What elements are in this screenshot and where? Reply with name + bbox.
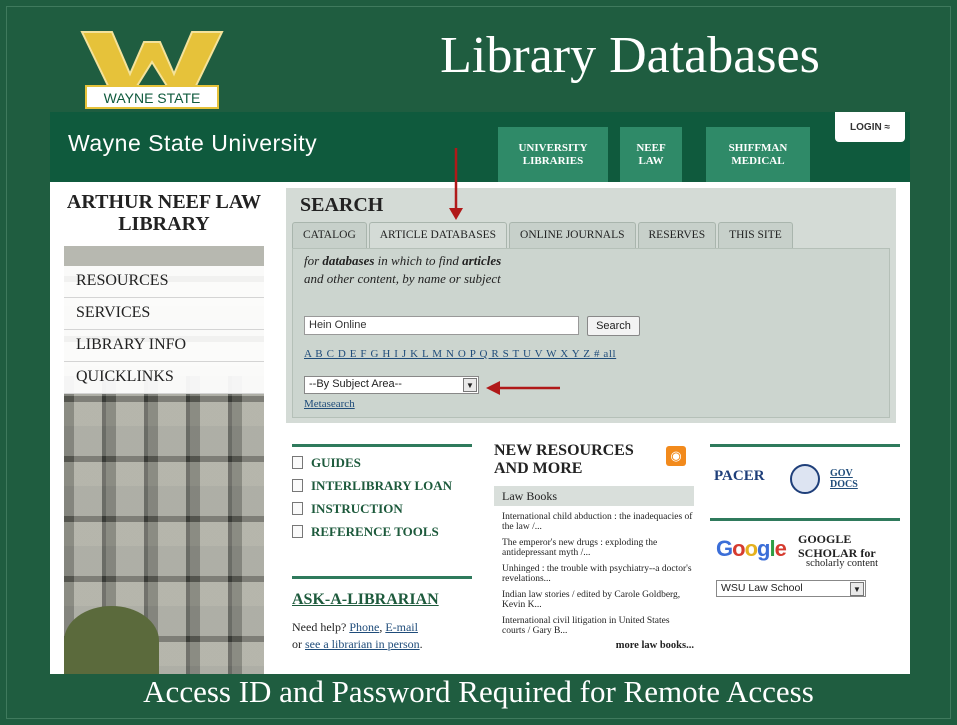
- logo-text: WAYNE STATE: [104, 90, 201, 106]
- divider: [710, 518, 900, 521]
- more-law-books-link[interactable]: more law books...: [494, 640, 694, 651]
- guide-item-reference-tools[interactable]: REFERENCE TOOLS: [292, 524, 472, 539]
- book-link[interactable]: International civil litigation in United…: [494, 616, 694, 636]
- sidebar-item-quicklinks[interactable]: QUICKLINKS: [64, 362, 264, 394]
- tab-reserves[interactable]: RESERVES: [637, 222, 717, 248]
- nav-tab-university-libraries[interactable]: UNIVERSITY LIBRARIES: [498, 127, 608, 182]
- slide-footer: Access ID and Password Required for Remo…: [143, 674, 814, 709]
- subject-select-value: --By Subject Area--: [309, 378, 402, 390]
- sidebar-item-services[interactable]: SERVICES: [64, 298, 264, 330]
- nav-tab-label: SHIFFMAN MEDICAL: [728, 142, 788, 167]
- divider: [710, 444, 900, 447]
- search-input[interactable]: Hein Online: [304, 316, 579, 335]
- ask-a-librarian: ASK-A-LIBRARIAN Need help? Phone, E-mail…: [292, 576, 472, 653]
- phone-link[interactable]: Phone: [349, 620, 379, 634]
- desc-text: for: [304, 253, 323, 268]
- book-link[interactable]: International child abduction : the inad…: [494, 512, 694, 532]
- guide-item-guides[interactable]: GUIDES: [292, 455, 472, 470]
- alphabet-browse-links[interactable]: A B C D E F G H I J K L M N O P Q R S T …: [304, 348, 616, 360]
- guide-item-instruction[interactable]: INSTRUCTION: [292, 501, 472, 516]
- document-icon: [292, 525, 303, 538]
- email-link[interactable]: E-mail: [385, 620, 418, 634]
- sidebar-item-library-info[interactable]: LIBRARY INFO: [64, 330, 264, 362]
- guides-list: GUIDES INTERLIBRARY LOAN INSTRUCTION REF…: [292, 444, 472, 539]
- google-letter: o: [732, 536, 745, 561]
- pacer-logo[interactable]: PACER: [714, 468, 770, 498]
- tab-article-databases[interactable]: ARTICLE DATABASES: [368, 222, 508, 248]
- search-heading: SEARCH: [300, 194, 384, 216]
- ask-help-text: Need help? Phone, E-mail or see a librar…: [292, 619, 472, 653]
- library-name: ARTHUR NEEF LAW LIBRARY: [64, 186, 264, 242]
- document-icon: [292, 502, 303, 515]
- tab-catalog[interactable]: CATALOG: [292, 222, 367, 248]
- law-school-select-value: WSU Law School: [721, 582, 803, 594]
- guide-item-interlibrary-loan[interactable]: INTERLIBRARY LOAN: [292, 478, 472, 493]
- new-resources: NEW RESOURCES AND MORE ◉ Law Books Inter…: [494, 442, 694, 651]
- ask-text: or: [292, 637, 305, 651]
- divider: [292, 576, 472, 579]
- ask-librarian-link[interactable]: ASK-A-LIBRARIAN: [292, 591, 472, 609]
- tab-this-site[interactable]: THIS SITE: [718, 222, 793, 248]
- guide-label: GUIDES: [311, 455, 361, 470]
- metasearch-link[interactable]: Metasearch: [304, 398, 355, 410]
- site-header: Wayne State University UNIVERSITY LIBRAR…: [50, 112, 910, 182]
- desc-bold-databases: databases: [322, 253, 375, 268]
- university-name[interactable]: Wayne State University: [68, 130, 317, 157]
- sidebar-menu: RESOURCES SERVICES LIBRARY INFO QUICKLIN…: [64, 266, 264, 394]
- google-scholar-logo[interactable]: Google: [716, 536, 787, 562]
- subject-area-select[interactable]: --By Subject Area-- ▼: [304, 376, 479, 394]
- document-icon: [292, 479, 303, 492]
- slide: WAYNE STATE Library Databases Wayne Stat…: [0, 0, 957, 725]
- nav-tab-label: NEEF LAW: [636, 142, 666, 167]
- ask-text: .: [419, 637, 423, 651]
- gov-docs-link[interactable]: GOV DOCS: [830, 468, 870, 490]
- book-link[interactable]: Unhinged : the trouble with psychiatry--…: [494, 564, 694, 584]
- chevron-down-icon[interactable]: ▼: [463, 378, 477, 392]
- chevron-down-icon[interactable]: ▼: [850, 582, 864, 596]
- in-person-link[interactable]: see a librarian in person: [305, 637, 420, 651]
- nav-tab-neef-law[interactable]: NEEF LAW: [620, 127, 682, 182]
- desc-bold-articles: articles: [462, 253, 502, 268]
- divider: [292, 444, 472, 447]
- guide-label: REFERENCE TOOLS: [311, 524, 439, 539]
- wayne-state-logo: WAYNE STATE: [80, 31, 224, 109]
- sidebar: ARTHUR NEEF LAW LIBRARY RESOURCES SERVIC…: [64, 186, 264, 674]
- guide-label: INSTRUCTION: [311, 501, 403, 516]
- desc-text: in which to find: [374, 253, 463, 268]
- tree-photo: [64, 606, 159, 674]
- book-link[interactable]: The emperor's new drugs : exploding the …: [494, 538, 694, 558]
- google-scholar-subtitle: scholarly content: [806, 558, 879, 569]
- external-resources: PACER GOV DOCS Google GOOGLE SCHOLAR for…: [710, 444, 900, 597]
- google-letter: e: [774, 536, 787, 561]
- browser-screenshot: Wayne State University UNIVERSITY LIBRAR…: [50, 112, 910, 674]
- nav-tab-label: UNIVERSITY LIBRARIES: [518, 142, 588, 167]
- google-letter: G: [716, 536, 733, 561]
- document-icon: [292, 456, 303, 469]
- book-link[interactable]: Indian law stories / edited by Carole Go…: [494, 590, 694, 610]
- search-description: for databases in which to find articles …: [304, 252, 501, 288]
- law-school-select[interactable]: WSU Law School ▼: [716, 580, 866, 597]
- ask-text: Need help?: [292, 620, 350, 634]
- slide-title: Library Databases: [440, 27, 820, 84]
- law-books-header: Law Books: [494, 486, 694, 506]
- rss-icon[interactable]: ◉: [666, 446, 686, 466]
- tab-online-journals[interactable]: ONLINE JOURNALS: [509, 222, 636, 248]
- new-resources-title: NEW RESOURCES AND MORE: [494, 442, 634, 477]
- gov-seal-icon[interactable]: [790, 464, 820, 494]
- desc-text: and other content, by name or subject: [304, 271, 501, 286]
- google-scholar-title[interactable]: GOOGLE SCHOLAR for: [798, 532, 898, 560]
- search-tabs: CATALOG ARTICLE DATABASES ONLINE JOURNAL…: [292, 222, 793, 248]
- google-letter: g: [757, 536, 770, 561]
- login-button[interactable]: LOGIN ≈: [835, 112, 905, 142]
- guide-label: INTERLIBRARY LOAN: [311, 478, 453, 493]
- google-letter: o: [744, 536, 758, 561]
- sidebar-item-resources[interactable]: RESOURCES: [64, 266, 264, 298]
- search-button[interactable]: Search: [587, 316, 640, 336]
- nav-tab-shiffman-medical[interactable]: SHIFFMAN MEDICAL: [706, 127, 810, 182]
